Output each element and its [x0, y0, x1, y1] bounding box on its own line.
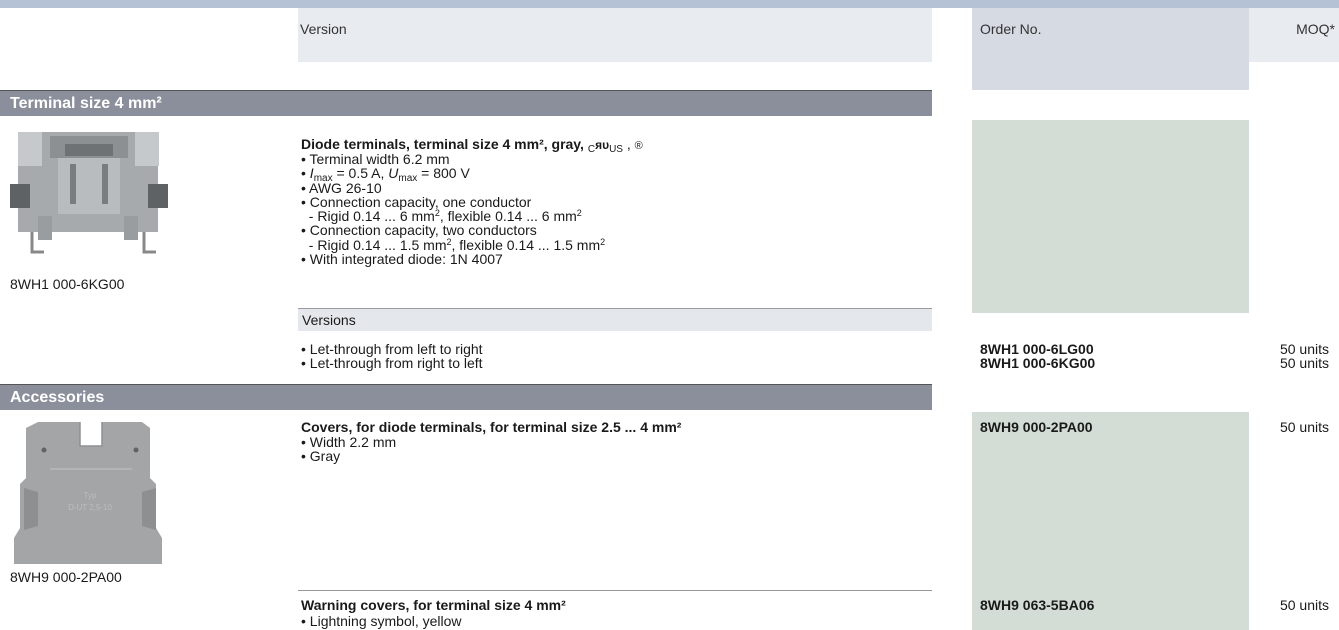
- version-row-2: • Let-through from right to left: [301, 355, 483, 371]
- cover-features: • Width 2.2 mm • Gray: [301, 434, 397, 465]
- cover-image-text-1: Typ: [84, 491, 97, 500]
- cover-caption: 8WH9 000-2PA00: [10, 569, 122, 585]
- cover-order-no: 8WH9 000-2PA00: [980, 419, 1093, 435]
- diode-caption: 8WH1 000-6KG00: [10, 276, 125, 292]
- diode-order-highlight: [972, 120, 1249, 313]
- order-no-row-1: 8WH1 000-6LG00: [980, 341, 1094, 357]
- section-accessories: Accessories: [0, 385, 932, 410]
- warning-moq: 50 units: [1279, 597, 1329, 613]
- header-moq-cell: MOQ*: [1249, 8, 1339, 62]
- warning-order-no: 8WH9 063-5BA06: [980, 597, 1095, 613]
- cover-title: Covers, for diode terminals, for termina…: [301, 419, 682, 435]
- cover-image-text-2: D-UT 2,5-10: [68, 503, 112, 512]
- section-terminal-size: Terminal size 4 mm²: [0, 91, 932, 116]
- moq-row-2: 50 units: [1279, 355, 1329, 371]
- warning-title: Warning covers, for terminal size 4 mm²: [301, 597, 566, 613]
- ul-mark-icon: ᴙᴜ: [595, 138, 610, 152]
- diode-terminal-image: [10, 132, 168, 254]
- header-version-cell: Version: [298, 8, 932, 62]
- cover-order-highlight: [972, 412, 1249, 590]
- header-order-label: Order No.: [980, 21, 1042, 37]
- csa-mark-icon: ®: [634, 140, 643, 152]
- warning-features: • Lightning symbol, yellow: [301, 614, 462, 629]
- header-order-cell: Order No.: [972, 8, 1249, 90]
- top-accent-bar: [0, 0, 1339, 8]
- moq-row-1: 50 units: [1279, 341, 1329, 357]
- cover-moq: 50 units: [1279, 419, 1329, 435]
- order-no-row-2: 8WH1 000-6KG00: [980, 355, 1096, 371]
- header-version-label: Version: [300, 21, 347, 37]
- diode-features: • Terminal width 6.2 mm • Imax = 0.5 A, …: [301, 151, 606, 268]
- header-moq-label: MOQ*: [1296, 21, 1335, 37]
- versions-label: Versions: [298, 309, 932, 331]
- warning-divider: [298, 590, 932, 591]
- cover-image: Typ D-UT 2,5-10: [14, 422, 162, 564]
